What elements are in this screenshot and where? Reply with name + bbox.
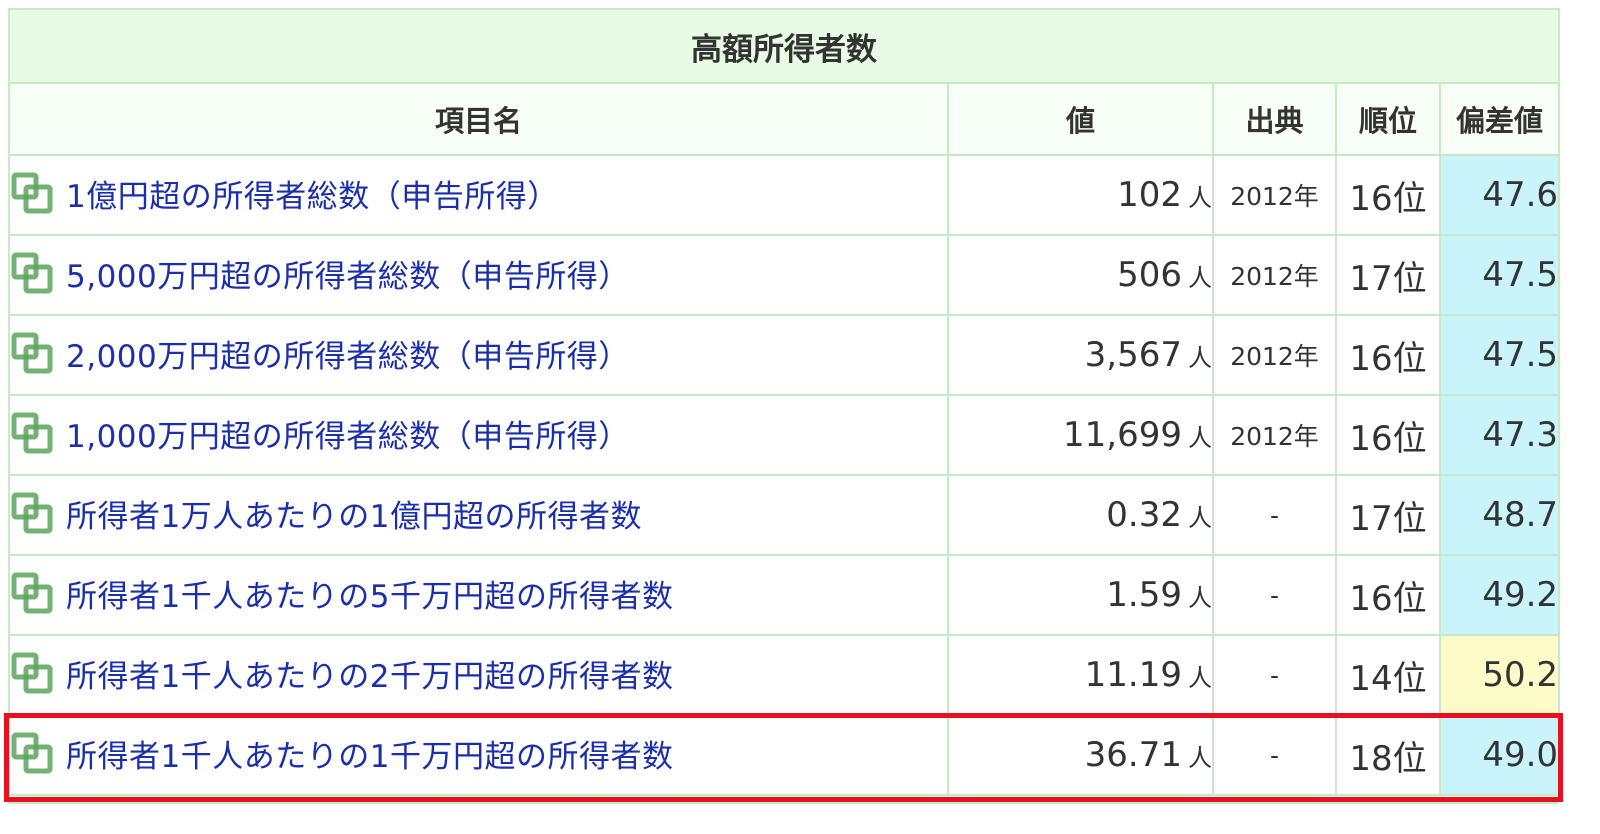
item-unit: 人 [1188, 744, 1212, 772]
table-row-highlighted: 所得者1千人あたりの1千万円超の所得者数 36.71 人 - 18位 49.0 [8, 714, 1561, 796]
item-name[interactable]: 5,000万円超の所得者総数（申告所得） [66, 251, 630, 296]
source-cell: - [1212, 714, 1337, 796]
item-unit: 人 [1188, 504, 1212, 532]
item-unit: 人 [1188, 664, 1212, 692]
name-cell: 所得者1千人あたりの1千万円超の所得者数 [8, 714, 949, 796]
item-unit: 人 [1188, 344, 1212, 372]
rank-cell: 17位 [1335, 234, 1441, 316]
item-link[interactable]: 5,000万円超の所得者総数（申告所得） [10, 250, 630, 296]
item-value: 11.19 [1084, 655, 1182, 695]
name-cell: 所得者1万人あたりの1億円超の所得者数 [8, 474, 949, 556]
deviation-cell: 50.2 [1438, 634, 1561, 716]
item-name[interactable]: 所得者1千人あたりの1千万円超の所得者数 [66, 731, 673, 776]
table-row: 所得者1万人あたりの1億円超の所得者数 0.32 人 - 17位 48.7 [8, 474, 1561, 556]
deviation-cell: 48.7 [1438, 474, 1561, 556]
item-unit: 人 [1188, 264, 1212, 292]
value-cell: 1.59 人 [947, 554, 1214, 636]
rank-cell: 16位 [1335, 554, 1441, 636]
copy-icon[interactable] [10, 490, 56, 536]
stats-table-container: 高額所得者数 項目名 値 出典 順位 偏差値 1億円超の所得者総数（申告所得） [7, 8, 1561, 796]
copy-icon[interactable] [10, 410, 56, 456]
item-name[interactable]: 所得者1千人あたりの5千万円超の所得者数 [66, 571, 673, 616]
deviation-cell: 47.5 [1438, 234, 1561, 316]
table-row: 5,000万円超の所得者総数（申告所得） 506 人 2012年 17位 47.5 [8, 234, 1561, 316]
item-value: 0.32 [1106, 495, 1182, 535]
copy-icon[interactable] [10, 570, 56, 616]
item-value: 506 [1117, 255, 1182, 295]
copy-icon[interactable] [10, 250, 56, 296]
item-value: 3,567 [1084, 335, 1182, 375]
value-cell: 506 人 [947, 234, 1214, 316]
header-value: 値 [947, 82, 1214, 156]
table-row: 所得者1千人あたりの5千万円超の所得者数 1.59 人 - 16位 49.2 [8, 554, 1561, 636]
name-cell: 1,000万円超の所得者総数（申告所得） [8, 394, 949, 476]
name-cell: 所得者1千人あたりの5千万円超の所得者数 [8, 554, 949, 636]
table-row: 1億円超の所得者総数（申告所得） 102 人 2012年 16位 47.6 [8, 154, 1561, 236]
source-cell: - [1212, 474, 1337, 556]
value-cell: 102 人 [947, 154, 1214, 236]
item-name[interactable]: 1,000万円超の所得者総数（申告所得） [66, 411, 630, 456]
item-value: 36.71 [1084, 735, 1182, 775]
item-name[interactable]: 所得者1千人あたりの2千万円超の所得者数 [66, 651, 673, 696]
deviation-cell: 49.0 [1438, 714, 1561, 796]
item-name[interactable]: 2,000万円超の所得者総数（申告所得） [66, 331, 630, 376]
table-caption: 高額所得者数 [7, 8, 1561, 84]
value-cell: 3,567 人 [947, 314, 1214, 396]
item-unit: 人 [1188, 184, 1212, 212]
rank-cell: 17位 [1335, 474, 1441, 556]
item-link[interactable]: 1億円超の所得者総数（申告所得） [10, 170, 559, 216]
item-link[interactable]: 1,000万円超の所得者総数（申告所得） [10, 410, 630, 456]
high-income-earners-table: 高額所得者数 項目名 値 出典 順位 偏差値 1億円超の所得者総数（申告所得） [7, 8, 1561, 796]
value-cell: 11.19 人 [947, 634, 1214, 716]
table-caption-row: 高額所得者数 [7, 8, 1561, 84]
item-value: 11,699 [1063, 415, 1182, 455]
name-cell: 2,000万円超の所得者総数（申告所得） [8, 314, 949, 396]
source-cell: - [1212, 554, 1337, 636]
value-cell: 0.32 人 [947, 474, 1214, 556]
copy-icon[interactable] [10, 730, 56, 776]
item-link[interactable]: 所得者1万人あたりの1億円超の所得者数 [10, 490, 642, 536]
deviation-cell: 47.6 [1438, 154, 1561, 236]
rank-cell: 16位 [1335, 394, 1441, 476]
name-cell: 1億円超の所得者総数（申告所得） [8, 154, 949, 236]
header-rank: 順位 [1335, 82, 1441, 156]
value-cell: 36.71 人 [947, 714, 1214, 796]
source-cell: 2012年 [1212, 394, 1337, 476]
table-row: 1,000万円超の所得者総数（申告所得） 11,699 人 2012年 16位 4… [8, 394, 1561, 476]
table-row: 所得者1千人あたりの2千万円超の所得者数 11.19 人 - 14位 50.2 [8, 634, 1561, 716]
item-unit: 人 [1188, 584, 1212, 612]
item-link[interactable]: 2,000万円超の所得者総数（申告所得） [10, 330, 630, 376]
item-link[interactable]: 所得者1千人あたりの2千万円超の所得者数 [10, 650, 673, 696]
item-name[interactable]: 1億円超の所得者総数（申告所得） [66, 171, 559, 216]
item-value: 102 [1117, 175, 1182, 215]
name-cell: 所得者1千人あたりの2千万円超の所得者数 [8, 634, 949, 716]
source-cell: - [1212, 634, 1337, 716]
item-unit: 人 [1188, 424, 1212, 452]
table-bottom-border [8, 802, 1558, 804]
rank-cell: 14位 [1335, 634, 1441, 716]
copy-icon[interactable] [10, 650, 56, 696]
table-header-row: 項目名 値 出典 順位 偏差値 [8, 82, 1561, 156]
name-cell: 5,000万円超の所得者総数（申告所得） [8, 234, 949, 316]
source-cell: 2012年 [1212, 314, 1337, 396]
copy-icon[interactable] [10, 330, 56, 376]
rank-cell: 16位 [1335, 314, 1441, 396]
source-cell: 2012年 [1212, 154, 1337, 236]
source-cell: 2012年 [1212, 234, 1337, 316]
item-link[interactable]: 所得者1千人あたりの1千万円超の所得者数 [10, 730, 673, 776]
deviation-cell: 47.5 [1438, 314, 1561, 396]
copy-icon[interactable] [10, 170, 56, 216]
deviation-cell: 49.2 [1438, 554, 1561, 636]
table-row: 2,000万円超の所得者総数（申告所得） 3,567 人 2012年 16位 47… [8, 314, 1561, 396]
rank-cell: 16位 [1335, 154, 1441, 236]
item-link[interactable]: 所得者1千人あたりの5千万円超の所得者数 [10, 570, 673, 616]
deviation-cell: 47.3 [1438, 394, 1561, 476]
header-source: 出典 [1212, 82, 1337, 156]
item-name[interactable]: 所得者1万人あたりの1億円超の所得者数 [66, 491, 642, 536]
header-name: 項目名 [8, 82, 949, 156]
rank-cell: 18位 [1335, 714, 1441, 796]
item-value: 1.59 [1106, 575, 1182, 615]
value-cell: 11,699 人 [947, 394, 1214, 476]
header-deviation: 偏差値 [1438, 82, 1561, 156]
